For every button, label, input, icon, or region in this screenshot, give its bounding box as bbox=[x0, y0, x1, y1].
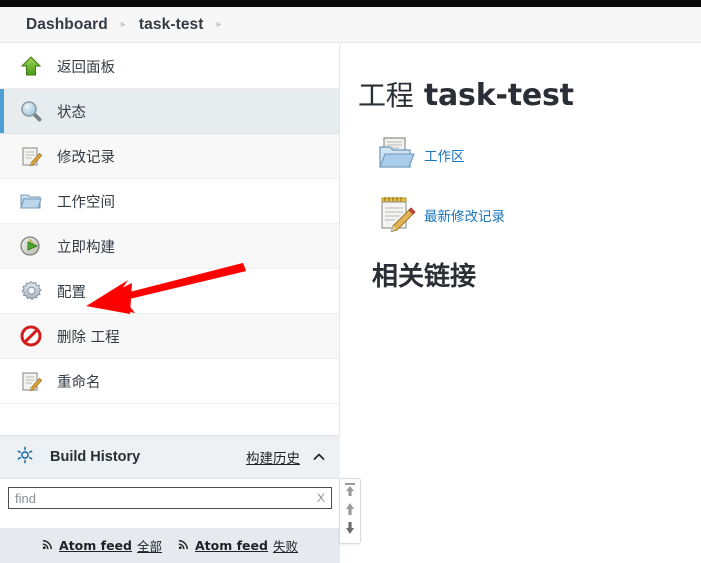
workspace-link-row[interactable]: 工作区 bbox=[377, 136, 701, 174]
chevron-up-icon[interactable] bbox=[312, 450, 326, 464]
page-title-prefix: 工程 bbox=[358, 79, 414, 112]
scroll-down-icon[interactable] bbox=[343, 520, 357, 536]
breadcrumb-item-task-test[interactable]: task-test bbox=[139, 16, 204, 34]
breadcrumb-separator-icon: ▸ bbox=[120, 18, 126, 30]
build-clock-icon bbox=[19, 234, 43, 258]
sidebar-item-back-to-dashboard[interactable]: 返回面板 bbox=[0, 44, 339, 89]
breadcrumb: Dashboard ▸ task-test ▸ bbox=[0, 7, 701, 43]
notepad-pencil-icon bbox=[377, 196, 419, 234]
folder-doc-icon bbox=[377, 136, 419, 174]
sidebar-item-label: 立即构建 bbox=[57, 239, 115, 256]
main-content: 工程 task-test 工作区 最新修改记录 相关链接 bbox=[341, 44, 701, 563]
atom-feed-failed-link[interactable]: Atom feed 失败 bbox=[178, 536, 298, 555]
related-links-heading: 相关链接 bbox=[372, 262, 477, 292]
rss-icon bbox=[42, 538, 54, 553]
atom-feed-bar: Atom feed 全部 Atom feed 失败 bbox=[0, 528, 340, 563]
no-entry-icon bbox=[19, 324, 43, 348]
breadcrumb-item-dashboard[interactable]: Dashboard bbox=[26, 16, 108, 34]
sidebar-item-label: 重命名 bbox=[57, 374, 101, 391]
sidebar-item-label: 返回面板 bbox=[57, 59, 115, 76]
atom-feed-label: Atom feed bbox=[195, 538, 268, 553]
sidebar-item-configure[interactable]: 配置 bbox=[0, 269, 339, 314]
folder-icon bbox=[19, 189, 43, 213]
atom-feed-scope: 全部 bbox=[136, 539, 162, 554]
page-title-name: task-test bbox=[423, 78, 574, 113]
build-history-title: Build History bbox=[50, 449, 141, 465]
up-arrow-green-icon bbox=[19, 54, 43, 78]
workspace-link-label[interactable]: 工作区 bbox=[424, 145, 465, 165]
sidebar-item-label: 配置 bbox=[57, 284, 86, 301]
page-title: 工程 task-test bbox=[358, 74, 701, 114]
build-history-icon bbox=[16, 446, 34, 469]
sidebar-item-status[interactable]: 状态 bbox=[0, 89, 339, 134]
scroll-up-icon[interactable] bbox=[343, 501, 357, 517]
search-input[interactable] bbox=[9, 488, 331, 508]
atom-feed-all-link[interactable]: Atom feed 全部 bbox=[42, 536, 162, 555]
magnifier-icon bbox=[19, 99, 43, 123]
recent-changes-link-row[interactable]: 最新修改记录 bbox=[377, 196, 701, 234]
notepad-pencil-icon bbox=[19, 369, 43, 393]
build-history-link[interactable]: 构建历史 bbox=[246, 447, 300, 467]
scroll-control-widget[interactable] bbox=[339, 478, 361, 544]
sidebar-item-label: 删除 工程 bbox=[57, 329, 120, 346]
top-black-strip bbox=[0, 0, 701, 7]
scroll-top-icon[interactable] bbox=[343, 482, 357, 498]
clear-icon[interactable]: X bbox=[317, 492, 325, 504]
breadcrumb-dropdown-icon[interactable]: ▸ bbox=[217, 19, 222, 30]
sidebar-item-delete-project[interactable]: 删除 工程 bbox=[0, 314, 339, 359]
build-history-find-row: X bbox=[0, 479, 340, 517]
build-history-header: Build History 构建历史 bbox=[0, 435, 340, 479]
jenkins-project-page: Dashboard ▸ task-test ▸ 返回面板 状态 修改记录 工作空… bbox=[0, 0, 701, 563]
find-box[interactable]: X bbox=[8, 487, 332, 509]
sidebar-item-build-now[interactable]: 立即构建 bbox=[0, 224, 339, 269]
recent-changes-link-label[interactable]: 最新修改记录 bbox=[424, 205, 505, 225]
gear-icon bbox=[19, 279, 43, 303]
rss-icon bbox=[178, 538, 190, 553]
sidebar-item-changes[interactable]: 修改记录 bbox=[0, 134, 339, 179]
sidebar-item-label: 状态 bbox=[57, 104, 86, 121]
notepad-pencil-icon bbox=[19, 144, 43, 168]
sidebar-item-label: 工作空间 bbox=[57, 194, 115, 211]
atom-feed-scope: 失败 bbox=[272, 539, 298, 554]
sidebar-item-workspace[interactable]: 工作空间 bbox=[0, 179, 339, 224]
atom-feed-label: Atom feed bbox=[59, 538, 132, 553]
sidebar-item-label: 修改记录 bbox=[57, 149, 115, 166]
sidebar-item-rename[interactable]: 重命名 bbox=[0, 359, 339, 404]
